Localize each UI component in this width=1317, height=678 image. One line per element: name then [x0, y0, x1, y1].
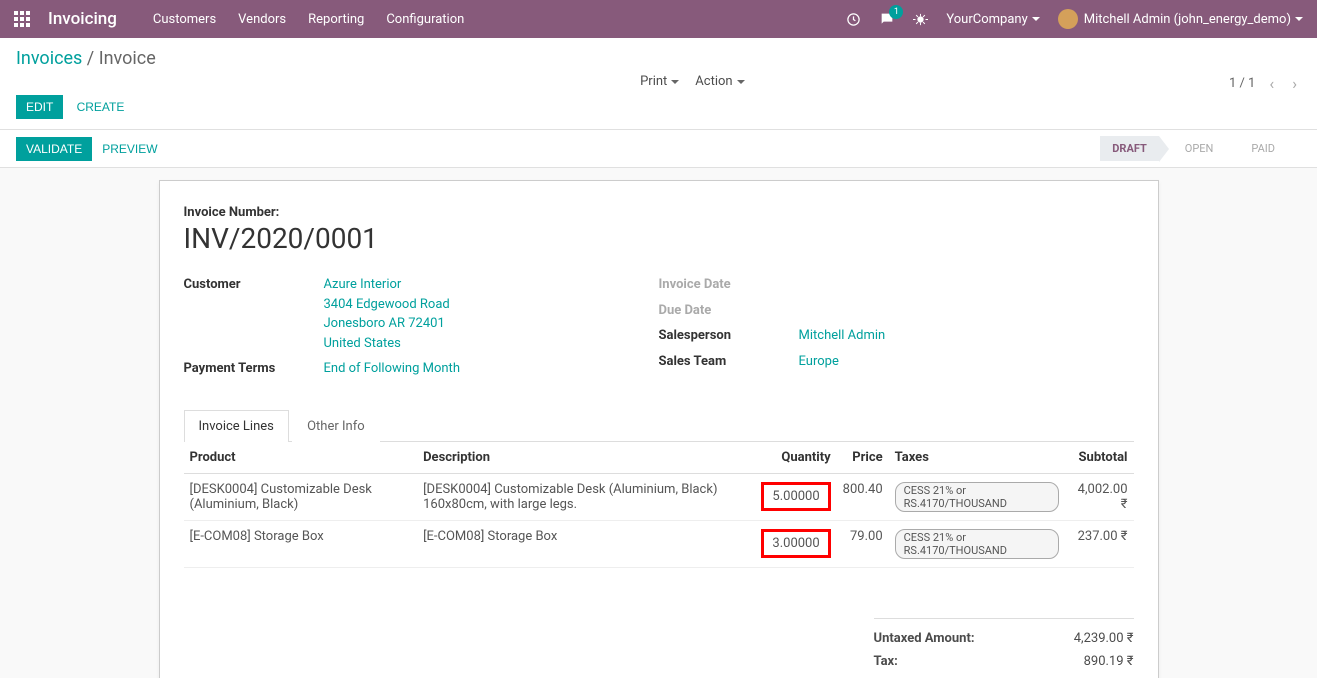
- cell-product: [DESK0004] Customizable Desk (Aluminium,…: [184, 473, 418, 520]
- cell-price: 79.00: [837, 520, 889, 567]
- cell-quantity[interactable]: 3.00000: [761, 529, 831, 558]
- nav-menu: Customers Vendors Reporting Configuratio…: [153, 12, 464, 27]
- form-scroll[interactable]: Invoice Number: INV/2020/0001 Customer A…: [0, 168, 1317, 678]
- stage-paid[interactable]: PAID: [1239, 136, 1287, 161]
- control-panel: Invoices / Invoice EDIT CREATE Print Act…: [0, 38, 1317, 130]
- salesperson-label: Salesperson: [659, 326, 799, 346]
- messages-icon[interactable]: 1: [879, 11, 895, 27]
- app-brand[interactable]: Invoicing: [48, 9, 117, 29]
- untaxed-label: Untaxed Amount:: [874, 631, 975, 646]
- col-quantity: Quantity: [755, 442, 837, 474]
- col-taxes: Taxes: [889, 442, 1065, 474]
- cell-product: [E-COM08] Storage Box: [184, 520, 418, 567]
- cell-price: 800.40: [837, 473, 889, 520]
- untaxed-value: 4,239.00: [1074, 631, 1134, 646]
- tab-other-info[interactable]: Other Info: [292, 410, 380, 442]
- form-sheet: Invoice Number: INV/2020/0001 Customer A…: [159, 180, 1159, 678]
- invoice-number: INV/2020/0001: [184, 222, 1134, 255]
- cell-tax[interactable]: CESS 21% or RS.4170/THOUSAND: [895, 482, 1059, 512]
- invoice-number-label: Invoice Number:: [184, 205, 1134, 220]
- payment-terms-label: Payment Terms: [184, 359, 324, 379]
- customer-label: Customer: [184, 275, 324, 353]
- totals: Untaxed Amount: 4,239.00 Tax: 890.19: [874, 618, 1134, 673]
- cell-quantity[interactable]: 5.00000: [761, 482, 831, 511]
- sales-team-value[interactable]: Europe: [799, 352, 839, 372]
- customer-addr1: 3404 Edgewood Road: [324, 295, 450, 315]
- tax-value: 890.19: [1084, 654, 1134, 669]
- invoice-date-label: Invoice Date: [659, 275, 731, 295]
- create-button[interactable]: CREATE: [67, 95, 135, 119]
- nav-reporting[interactable]: Reporting: [308, 12, 364, 27]
- salesperson-value[interactable]: Mitchell Admin: [799, 326, 886, 346]
- pager-next[interactable]: ›: [1288, 74, 1301, 93]
- table-row[interactable]: [E-COM08] Storage Box [E-COM08] Storage …: [184, 520, 1134, 567]
- col-product: Product: [184, 442, 418, 474]
- sales-team-label: Sales Team: [659, 352, 799, 372]
- table-row[interactable]: [DESK0004] Customizable Desk (Aluminium,…: [184, 473, 1134, 520]
- statusbar: VALIDATE PREVIEW DRAFT OPEN PAID: [0, 130, 1317, 168]
- tabs: Invoice Lines Other Info: [184, 409, 1134, 442]
- bug-icon[interactable]: [913, 12, 928, 27]
- cell-description: [DESK0004] Customizable Desk (Aluminium,…: [417, 473, 755, 520]
- nav-configuration[interactable]: Configuration: [386, 12, 464, 27]
- user-menu[interactable]: Mitchell Admin (john_energy_demo): [1058, 9, 1303, 29]
- pager-prev[interactable]: ‹: [1265, 74, 1278, 93]
- validate-button[interactable]: VALIDATE: [16, 137, 92, 161]
- invoice-info: Customer Azure Interior 3404 Edgewood Ro…: [184, 275, 1134, 385]
- action-menu[interactable]: Action: [695, 74, 744, 89]
- col-description: Description: [417, 442, 755, 474]
- payment-terms-value[interactable]: End of Following Month: [324, 359, 460, 379]
- cell-tax[interactable]: CESS 21% or RS.4170/THOUSAND: [895, 529, 1059, 559]
- cell-subtotal: 4,002.00: [1065, 473, 1133, 520]
- breadcrumb: Invoices / Invoice: [16, 48, 156, 69]
- company-switcher[interactable]: YourCompany: [946, 12, 1039, 27]
- due-date-label: Due Date: [659, 301, 712, 321]
- col-price: Price: [837, 442, 889, 474]
- status-stages: DRAFT OPEN PAID: [1100, 136, 1301, 161]
- print-menu[interactable]: Print: [640, 74, 679, 89]
- customer-name[interactable]: Azure Interior: [324, 275, 450, 295]
- stage-draft[interactable]: DRAFT: [1100, 136, 1159, 161]
- apps-icon[interactable]: [14, 11, 30, 27]
- main-navbar: Invoicing Customers Vendors Reporting Co…: [0, 0, 1317, 38]
- nav-right: 1 YourCompany Mitchell Admin (john_energ…: [846, 9, 1303, 29]
- clock-icon[interactable]: [846, 12, 861, 27]
- col-subtotal: Subtotal: [1065, 442, 1133, 474]
- company-name: YourCompany: [946, 12, 1027, 27]
- message-badge: 1: [889, 5, 903, 19]
- stage-open[interactable]: OPEN: [1173, 136, 1226, 161]
- nav-customers[interactable]: Customers: [153, 12, 216, 27]
- user-name: Mitchell Admin (john_energy_demo): [1084, 12, 1291, 27]
- pager-text: 1 / 1: [1229, 76, 1255, 91]
- cell-description: [E-COM08] Storage Box: [417, 520, 755, 567]
- invoice-lines-table: Product Description Quantity Price Taxes…: [184, 442, 1134, 568]
- preview-button[interactable]: PREVIEW: [92, 137, 167, 161]
- nav-vendors[interactable]: Vendors: [238, 12, 286, 27]
- avatar: [1058, 9, 1078, 29]
- tax-label: Tax:: [874, 654, 898, 669]
- breadcrumb-current: Invoice: [99, 48, 156, 69]
- tab-invoice-lines[interactable]: Invoice Lines: [184, 410, 289, 442]
- breadcrumb-root[interactable]: Invoices: [16, 48, 82, 69]
- cell-subtotal: 237.00: [1065, 520, 1133, 567]
- edit-button[interactable]: EDIT: [16, 95, 63, 119]
- customer-addr3: United States: [324, 334, 450, 354]
- customer-addr2: Jonesboro AR 72401: [324, 314, 450, 334]
